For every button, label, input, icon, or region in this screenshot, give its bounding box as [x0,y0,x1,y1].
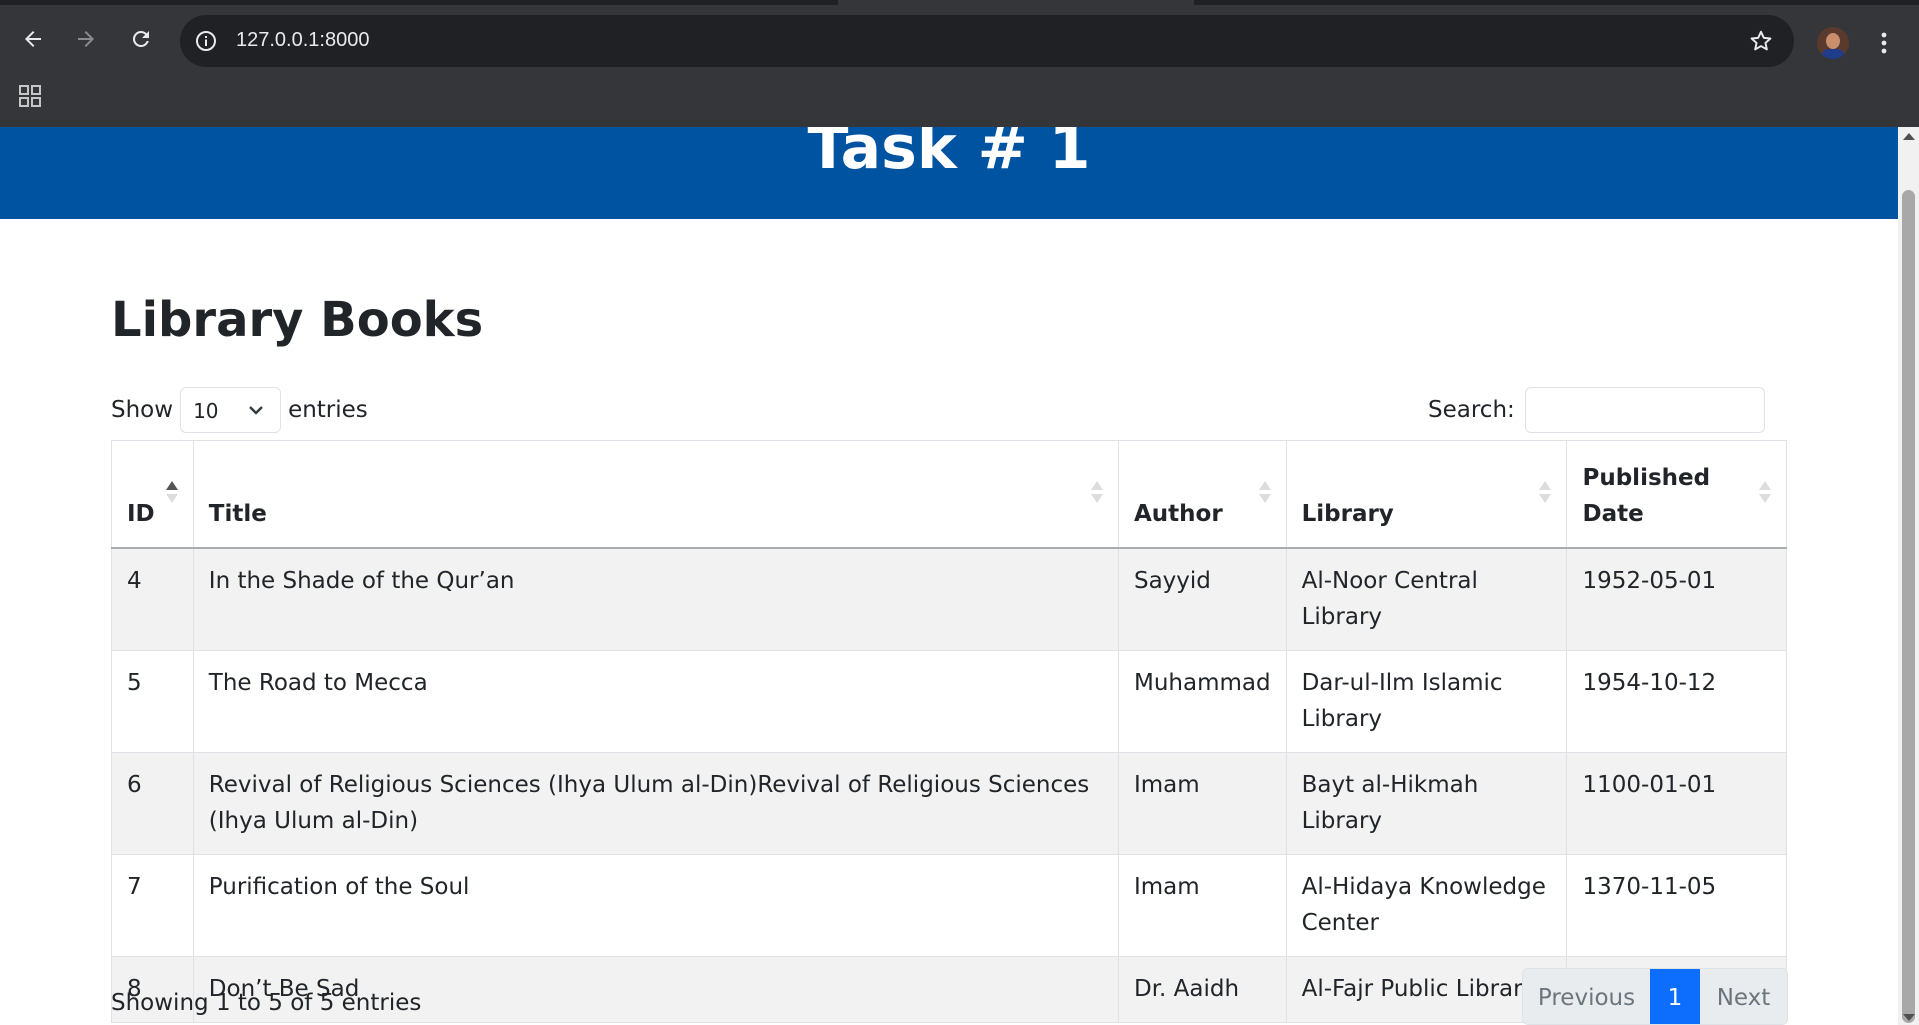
entries-show-label: Show [111,397,174,423]
column-header-label: Title [208,501,267,527]
table-row: 4 In the Shade of the Qur’an Sayyid Al-N… [111,547,1787,651]
scroll-down-icon[interactable] [1903,1014,1915,1021]
avatar-face [1826,33,1840,49]
cell-library: Al-Hidaya Knowledge Center [1285,854,1568,957]
cell-author: Imam [1117,752,1287,855]
search-input[interactable] [1524,387,1765,433]
column-header-label: Published Date [1582,465,1711,527]
page-viewport: Task # 1 Library Books Show 10 entries S… [0,127,1898,1025]
entries-length-control: Show 10 entries [111,387,368,433]
column-header-label: ID [127,501,155,527]
avatar-shirt [1821,49,1845,59]
bookmarks-bar [0,77,1919,127]
cell-id: 6 [111,752,194,855]
table-row: 7 Purification of the Soul Imam Al-Hiday… [111,854,1787,957]
cell-id: 7 [111,854,194,957]
bookmark-star-icon[interactable] [1748,28,1774,54]
scroll-up-icon[interactable] [1903,133,1915,140]
cell-author: Muhammad [1117,650,1287,753]
column-header-id[interactable]: ID [111,440,194,549]
browser-chrome: 127.0.0.1:8000 [0,0,1919,127]
back-button[interactable] [16,22,50,56]
column-header-published-date[interactable]: Published Date [1566,440,1787,549]
browser-menu-icon[interactable] [1874,27,1894,59]
column-header-library[interactable]: Library [1285,440,1568,549]
cell-published-date: 1952-05-01 [1566,547,1787,651]
apps-grid-icon[interactable] [18,84,42,108]
cell-published-date: 1100-01-01 [1566,752,1787,855]
table-info: Showing 1 to 5 of 5 entries [111,990,422,1016]
address-bar[interactable]: 127.0.0.1:8000 [180,15,1794,67]
column-header-author[interactable]: Author [1117,440,1287,549]
page-title: Library Books [111,292,484,348]
cell-id: 5 [111,650,194,753]
search-label: Search: [1428,397,1515,423]
cell-id: 4 [111,547,194,651]
previous-page-button[interactable]: Previous [1523,969,1650,1024]
url-text[interactable]: 127.0.0.1:8000 [236,29,369,52]
sort-icon [1090,481,1103,503]
cell-title: In the Shade of the Qur’an [192,547,1119,651]
forward-button[interactable] [69,22,103,56]
page-scrollbar[interactable] [1898,127,1919,1025]
table-search: Search: [1428,387,1765,433]
cell-author: Dr. Aaidh [1117,956,1287,1023]
back-arrow-icon [25,31,41,47]
column-header-label: Author [1133,501,1223,527]
chevron-down-icon [249,406,263,415]
column-header-title[interactable]: Title [192,440,1119,549]
entries-per-page-select[interactable]: 10 [180,387,282,433]
browser-toolbar: 127.0.0.1:8000 [0,5,1919,77]
cell-title: The Road to Mecca [192,650,1119,753]
scrollbar-thumb[interactable] [1902,190,1915,1023]
cell-published-date: 1370-11-05 [1566,854,1787,957]
reload-button[interactable] [124,22,158,56]
table-row: 6 Revival of Religious Sciences (Ihya Ul… [111,752,1787,855]
entries-per-page-value: 10 [193,399,219,423]
books-table: ID Title Author Library Published Date 4… [111,440,1787,1023]
entries-suffix-label: entries [288,397,368,423]
cell-title: Revival of Religious Sciences (Ihya Ulum… [192,752,1119,855]
cell-title: Purification of the Soul [192,854,1119,957]
reload-icon [132,30,149,47]
cell-author: Sayyid [1117,547,1287,651]
cell-published-date: 1954-10-12 [1566,650,1787,753]
cell-library: Bayt al-Hikmah Library [1285,752,1568,855]
sort-ascending-icon [165,481,178,503]
header-banner: Task # 1 [0,127,1898,219]
banner-title: Task # 1 [807,127,1091,183]
next-page-button[interactable]: Next [1700,969,1787,1024]
cell-author: Imam [1117,854,1287,957]
sort-icon [1258,481,1271,503]
site-info-icon[interactable] [194,29,218,53]
sort-icon [1759,481,1771,503]
table-row: 5 The Road to Mecca Muhammad Dar-ul-Ilm … [111,650,1787,753]
cell-library: Dar-ul-Ilm Islamic Library [1285,650,1568,753]
column-header-label: Library [1301,501,1394,527]
profile-avatar[interactable] [1817,27,1849,59]
table-header-row: ID Title Author Library Published Date [111,440,1787,549]
sort-icon [1539,481,1552,503]
page-1-button[interactable]: 1 [1650,969,1700,1024]
forward-arrow-icon [78,31,94,47]
cell-library: Al-Noor Central Library [1285,547,1568,651]
pagination: Previous 1 Next [1522,968,1788,1025]
